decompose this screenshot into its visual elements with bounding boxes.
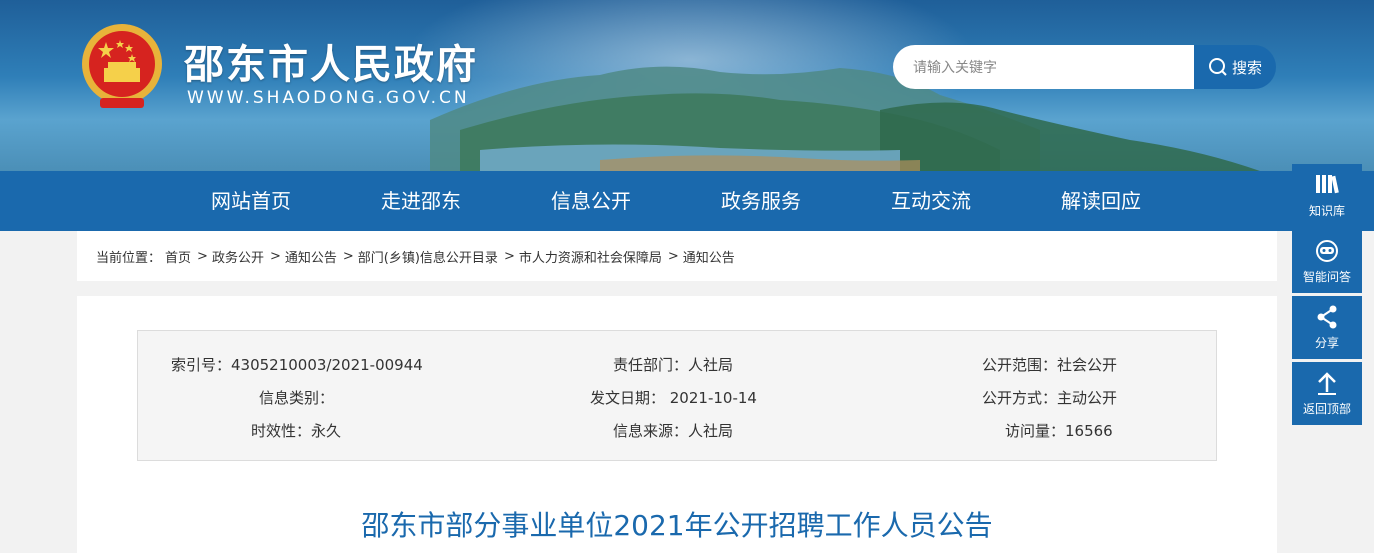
search-button-label: 搜索 xyxy=(1231,58,1262,77)
smart-qa-button[interactable]: 智能问答 xyxy=(1292,230,1362,293)
breadcrumb-link-gov-affairs[interactable]: 政务公开 xyxy=(212,247,264,266)
breadcrumb-link-hr-bureau[interactable]: 市人力资源和社会保障局 xyxy=(519,247,662,266)
breadcrumb-link-notices[interactable]: 通知公告 xyxy=(285,247,337,266)
document-meta-box: 索引号：4305210003/2021-00944 责任部门：人社局 公开范围：… xyxy=(137,330,1217,461)
share-label: 分享 xyxy=(1314,336,1339,350)
breadcrumb-link-dept-catalog[interactable]: 部门(乡镇)信息公开目录 xyxy=(358,247,498,266)
national-emblem-logo xyxy=(82,24,162,108)
search-icon xyxy=(1208,58,1227,76)
nav-item-gov-services[interactable]: 政务服务 xyxy=(700,171,822,231)
breadcrumb-separator: > xyxy=(269,248,281,264)
site-url: WWW.SHAODONG.GOV.CN xyxy=(187,88,470,108)
nav-item-info-disclosure[interactable]: 信息公开 xyxy=(530,171,652,231)
breadcrumb-separator: > xyxy=(342,248,354,264)
site-header: 邵东市人民政府 WWW.SHAODONG.GOV.CN 搜索 xyxy=(0,0,1374,171)
search-button[interactable]: 搜索 xyxy=(1194,45,1276,89)
knowledge-base-button[interactable]: 知识库 xyxy=(1292,164,1362,227)
back-to-top-label: 返回顶部 xyxy=(1302,402,1351,416)
meta-department: 责任部门：人社局 xyxy=(613,356,734,374)
meta-index-no: 索引号：4305210003/2021-00944 xyxy=(171,356,423,374)
share-icon xyxy=(1317,305,1337,329)
back-to-top-button[interactable]: 返回顶部 xyxy=(1292,362,1362,425)
main-nav: 网站首页 走进邵东 信息公开 政务服务 互动交流 解读回应 xyxy=(0,171,1374,231)
article-title: 邵东市部分事业单位2021年公开招聘工作人员公告 xyxy=(361,509,993,542)
breadcrumb: 当前位置： 首页 > 政务公开 > 通知公告 > 部门(乡镇)信息公开目录 > … xyxy=(77,231,1277,281)
breadcrumb-separator: > xyxy=(667,248,679,264)
knowledge-base-label: 知识库 xyxy=(1308,204,1345,218)
nav-item-interaction[interactable]: 互动交流 xyxy=(870,171,992,231)
robot-icon xyxy=(1316,240,1338,262)
meta-scope: 公开范围：社会公开 xyxy=(982,356,1118,374)
meta-mode: 公开方式：主动公开 xyxy=(982,389,1118,407)
nav-item-home[interactable]: 网站首页 xyxy=(190,171,312,231)
site-title: 邵东市人民政府 xyxy=(184,42,478,88)
breadcrumb-prefix: 当前位置： xyxy=(96,250,162,266)
meta-visits: 访问量：16566 xyxy=(1005,422,1113,440)
nav-item-interpretation[interactable]: 解读回应 xyxy=(1040,171,1162,231)
meta-validity: 时效性：永久 xyxy=(251,422,342,440)
share-button[interactable]: 分享 xyxy=(1292,296,1362,359)
breadcrumb-link-bureau-notices[interactable]: 通知公告 xyxy=(683,247,735,266)
meta-issue-date: 发文日期： 2021-10-14 xyxy=(590,389,757,407)
content-card: 索引号：4305210003/2021-00944 责任部门：人社局 公开范围：… xyxy=(77,296,1277,553)
breadcrumb-link-home[interactable]: 首页 xyxy=(165,247,191,266)
breadcrumb-separator: > xyxy=(197,248,208,264)
smart-qa-label: 智能问答 xyxy=(1302,270,1351,284)
breadcrumb-separator: > xyxy=(503,248,515,264)
arrow-up-icon xyxy=(1318,372,1336,395)
meta-source: 信息来源：人社局 xyxy=(613,422,734,440)
search-input[interactable] xyxy=(893,45,1194,89)
meta-category: 信息类别： xyxy=(259,389,335,407)
books-icon xyxy=(1316,175,1339,194)
nav-item-about[interactable]: 走进邵东 xyxy=(360,171,482,231)
